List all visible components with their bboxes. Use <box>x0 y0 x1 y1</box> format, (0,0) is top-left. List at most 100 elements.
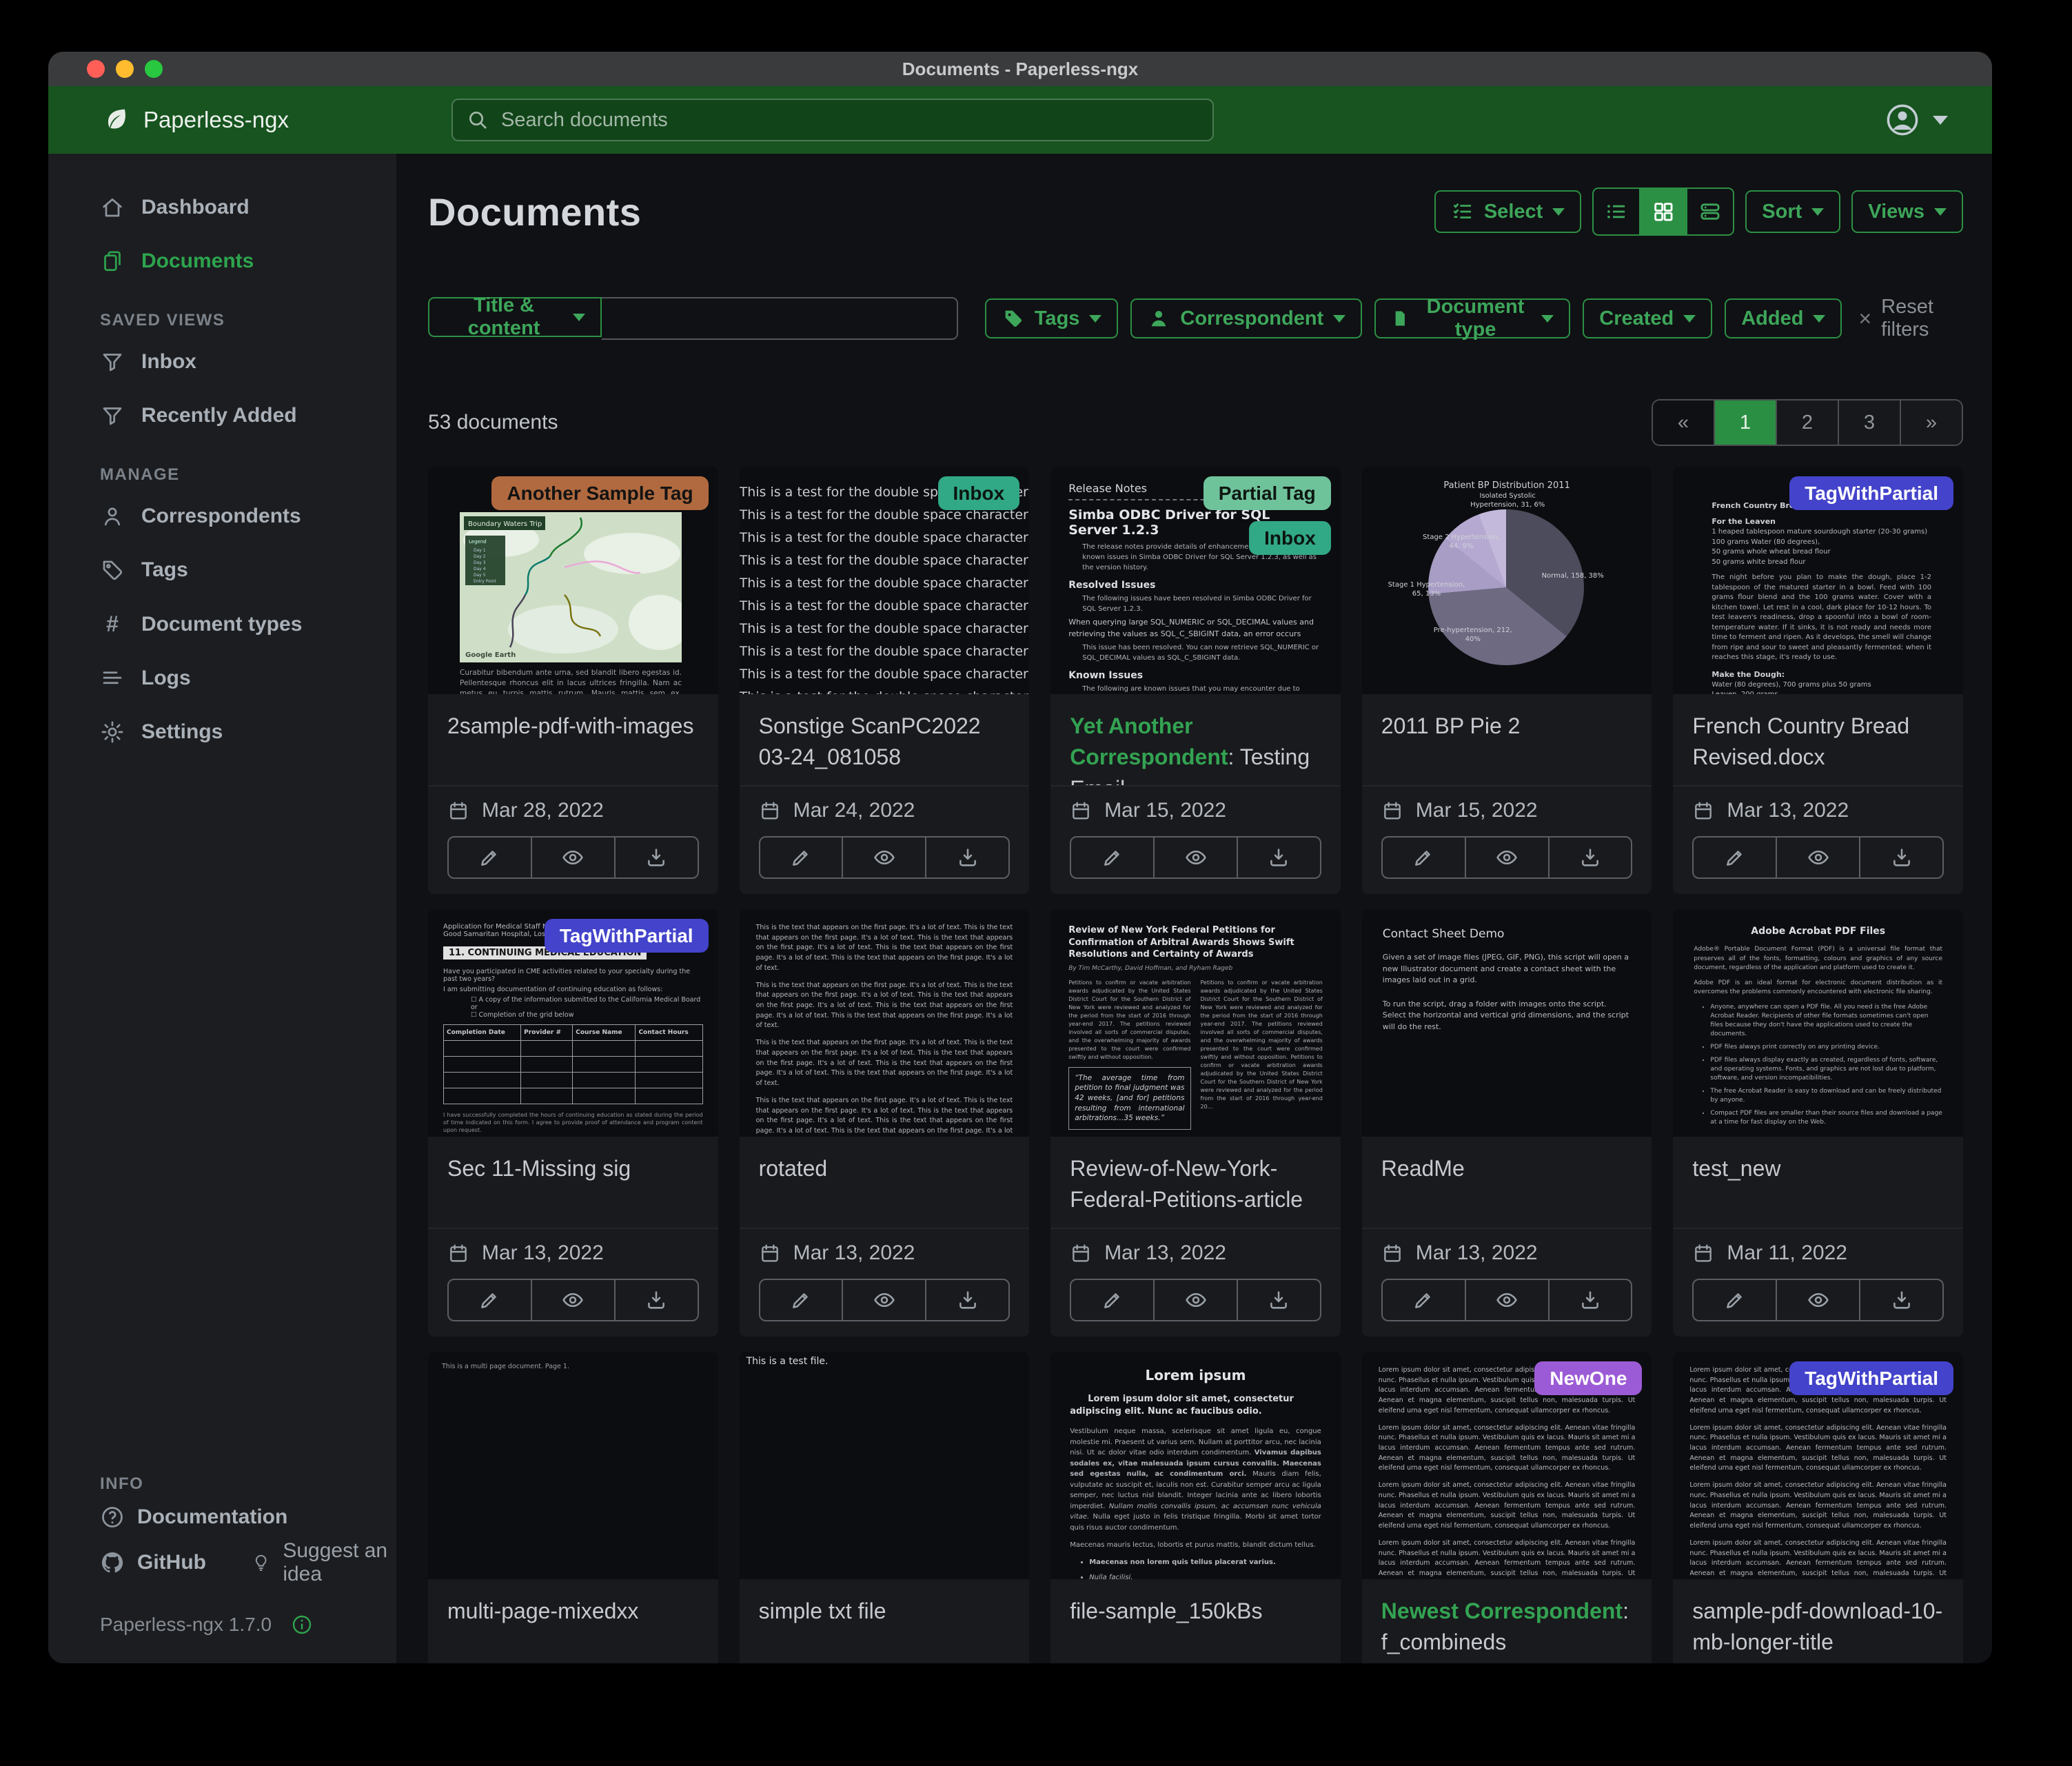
download-button[interactable] <box>925 1280 1008 1320</box>
sidebar-item-tags[interactable]: Tags <box>48 549 396 591</box>
document-title[interactable]: rotated <box>740 1137 1030 1228</box>
info-circle-icon[interactable] <box>291 1614 313 1636</box>
document-card[interactable]: Lorem ipsumLorem ipsum dolor sit amet, c… <box>1050 1352 1341 1663</box>
view-button[interactable] <box>1465 838 1548 877</box>
document-card[interactable]: This is a test file. simple txt file <box>740 1352 1030 1663</box>
sidebar-item-documentation[interactable]: Documentation <box>100 1505 287 1530</box>
download-button[interactable] <box>1548 838 1632 877</box>
download-button[interactable] <box>1859 1280 1942 1320</box>
document-correspondent[interactable]: Yet Another Correspondent <box>1070 713 1228 769</box>
document-type-filter-button[interactable]: Document type <box>1374 298 1570 338</box>
close-window-button[interactable] <box>87 60 105 78</box>
edit-button[interactable] <box>1694 838 1776 877</box>
sidebar-item-dashboard[interactable]: Dashboard <box>48 187 396 228</box>
download-button[interactable] <box>614 838 698 877</box>
select-button[interactable]: Select <box>1434 190 1581 233</box>
tag-badge[interactable]: NewOne <box>1534 1361 1642 1395</box>
edit-button[interactable] <box>1694 1280 1776 1320</box>
view-button[interactable] <box>1776 1280 1859 1320</box>
document-thumbnail[interactable]: Review of New York Federal Petitions for… <box>1050 909 1341 1137</box>
download-button[interactable] <box>614 1280 698 1320</box>
edit-button[interactable] <box>1383 838 1465 877</box>
edit-button[interactable] <box>760 1280 842 1320</box>
document-title[interactable]: 2sample-pdf-with-images <box>428 694 718 785</box>
sidebar-item-settings[interactable]: Settings <box>48 711 396 753</box>
document-card[interactable]: Review of New York Federal Petitions for… <box>1050 909 1341 1337</box>
document-thumbnail[interactable]: Lorem ipsumLorem ipsum dolor sit amet, c… <box>1050 1352 1341 1579</box>
download-button[interactable] <box>1859 838 1942 877</box>
view-grid-button[interactable] <box>1639 189 1686 234</box>
tags-filter-button[interactable]: Tags <box>985 298 1119 338</box>
document-card[interactable]: Release NotesSimba ODBC Driver for SQL S… <box>1050 467 1341 894</box>
document-title[interactable]: Sonstige ScanPC2022 03-24_081058 <box>740 694 1030 785</box>
tag-badge[interactable]: Partial Tag <box>1203 476 1331 510</box>
sidebar-item-documents[interactable]: Documents <box>48 241 396 282</box>
document-thumbnail[interactable]: Release NotesSimba ODBC Driver for SQL S… <box>1050 467 1341 694</box>
minimize-window-button[interactable] <box>116 60 134 78</box>
document-thumbnail[interactable]: Lorem ipsum dolor sit amet, consectetur … <box>1673 1352 1963 1579</box>
document-thumbnail[interactable]: This is a multi page document. Page 1. <box>428 1352 718 1579</box>
sidebar-item-logs[interactable]: Logs <box>48 658 396 699</box>
document-card[interactable]: Contact Sheet DemoGiven a set of image f… <box>1362 909 1652 1337</box>
correspondent-filter-button[interactable]: Correspondent <box>1130 298 1362 338</box>
document-correspondent[interactable]: Newest Correspondent <box>1381 1598 1623 1623</box>
document-card[interactable]: Lorem ipsum dolor sit amet, consectetur … <box>1673 1352 1963 1663</box>
edit-button[interactable] <box>1383 1280 1465 1320</box>
document-card[interactable]: Adobe Acrobat PDF FilesAdobe® Portable D… <box>1673 909 1963 1337</box>
view-button[interactable] <box>1153 838 1237 877</box>
view-button[interactable] <box>1465 1280 1548 1320</box>
document-title[interactable]: French Country Bread Revised.docx <box>1673 694 1963 785</box>
edit-button[interactable] <box>1071 838 1153 877</box>
document-card[interactable]: This is a multi page document. Page 1. m… <box>428 1352 718 1663</box>
download-button[interactable] <box>1237 838 1320 877</box>
document-thumbnail[interactable]: Adobe Acrobat PDF FilesAdobe® Portable D… <box>1673 909 1963 1137</box>
view-button[interactable] <box>842 1280 925 1320</box>
edit-button[interactable] <box>449 1280 531 1320</box>
search-input[interactable] <box>500 108 1199 132</box>
document-title[interactable]: 2011 BP Pie 2 <box>1362 694 1652 785</box>
document-card[interactable]: Patient BP Distribution 2011 Normal, 158… <box>1362 467 1652 894</box>
tag-badge[interactable]: Another Sample Tag <box>491 476 708 510</box>
document-title[interactable]: multi-page-mixedxx <box>428 1579 718 1663</box>
sidebar-item-document-types[interactable]: #Document types <box>48 603 396 645</box>
document-title[interactable]: file-sample_150kBs <box>1050 1579 1341 1663</box>
download-button[interactable] <box>1237 1280 1320 1320</box>
pagination-last[interactable]: » <box>1900 400 1962 445</box>
edit-button[interactable] <box>760 838 842 877</box>
document-card[interactable]: French Country Bread For the Leaven1 hea… <box>1673 467 1963 894</box>
sidebar-item-suggest-idea[interactable]: Suggest an idea <box>252 1539 396 1586</box>
document-card[interactable]: This is the text that appears on the fir… <box>740 909 1030 1337</box>
document-thumbnail[interactable]: Contact Sheet DemoGiven a set of image f… <box>1362 909 1652 1137</box>
document-thumbnail[interactable]: French Country Bread For the Leaven1 hea… <box>1673 467 1963 694</box>
sidebar-item-correspondents[interactable]: Correspondents <box>48 496 396 537</box>
edit-button[interactable] <box>1071 1280 1153 1320</box>
pagination-page-3[interactable]: 3 <box>1838 400 1900 445</box>
document-thumbnail[interactable]: Application for Medical Staff Membership… <box>428 909 718 1137</box>
title-content-filter-button[interactable]: Title & content <box>428 297 602 337</box>
view-button[interactable] <box>1153 1280 1237 1320</box>
pagination-first[interactable]: « <box>1653 400 1714 445</box>
sort-button[interactable]: Sort <box>1745 190 1840 233</box>
document-title[interactable]: Sec 11-Missing sig <box>428 1137 718 1228</box>
document-thumbnail[interactable]: Lorem ipsum dolor sit amet, consectetur … <box>1362 1352 1652 1579</box>
document-title[interactable]: test_new <box>1673 1137 1963 1228</box>
document-title[interactable]: ReadMe <box>1362 1137 1652 1228</box>
view-button[interactable] <box>1776 838 1859 877</box>
document-card[interactable]: Application for Medical Staff Membership… <box>428 909 718 1337</box>
view-button[interactable] <box>842 838 925 877</box>
document-thumbnail[interactable]: Boundary Waters Trip Legend Day 1Day 2Da… <box>428 467 718 694</box>
document-card[interactable]: Boundary Waters Trip Legend Day 1Day 2Da… <box>428 467 718 894</box>
download-button[interactable] <box>1548 1280 1632 1320</box>
user-menu[interactable] <box>1885 86 1948 154</box>
created-filter-button[interactable]: Created <box>1583 298 1712 338</box>
sidebar-item-inbox[interactable]: Inbox <box>48 341 396 383</box>
pagination-page-2[interactable]: 2 <box>1776 400 1838 445</box>
document-thumbnail[interactable]: Patient BP Distribution 2011 Normal, 158… <box>1362 467 1652 694</box>
document-title[interactable]: Newest Correspondent: f_combineds <box>1362 1579 1652 1663</box>
filter-query-input[interactable] <box>602 297 958 340</box>
document-card[interactable]: This is a test for the double space char… <box>740 467 1030 894</box>
views-button[interactable]: Views <box>1851 190 1963 233</box>
pagination-page-1[interactable]: 1 <box>1714 400 1776 445</box>
document-thumbnail[interactable]: This is the text that appears on the fir… <box>740 909 1030 1137</box>
tag-badge[interactable]: TagWithPartial <box>1789 1361 1953 1395</box>
